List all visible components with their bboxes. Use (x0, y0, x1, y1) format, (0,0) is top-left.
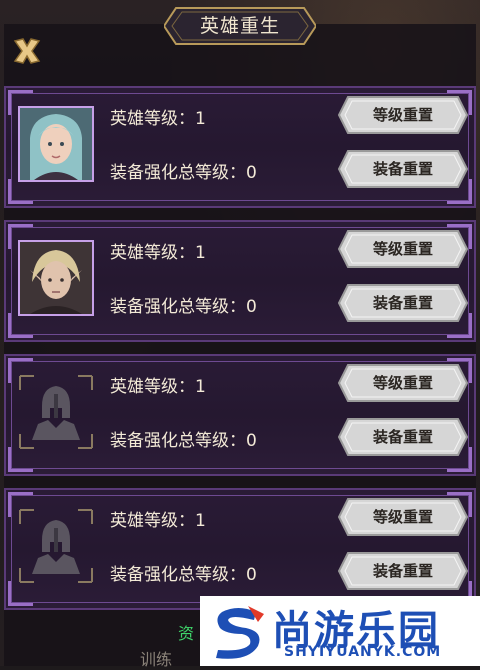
watermark-url: SHYIYUANYK.COM (284, 644, 442, 660)
equip-level-label-4: 装备强化总等级：0 (110, 565, 257, 585)
hero-portrait-1[interactable] (18, 106, 94, 182)
level-reset-button-4[interactable]: 等级重置 (338, 498, 468, 536)
empty-hero-slot-4[interactable] (18, 508, 94, 584)
level-reset-button-2[interactable]: 等级重置 (338, 230, 468, 268)
equip-level-label-2: 装备强化总等级：0 (110, 297, 257, 317)
hero-card-1: 英雄等级：1 装备强化总等级：0 等级重置 装备重置 (4, 86, 476, 208)
equip-level-label-3: 装备强化总等级：0 (110, 431, 257, 451)
hero-portrait-2[interactable] (18, 240, 94, 316)
level-reset-button-1[interactable]: 等级重置 (338, 96, 468, 134)
hero-level-label-2: 英雄等级：1 (110, 243, 206, 263)
hero-level-label-3: 英雄等级：1 (110, 377, 206, 397)
background-train-text: 训练 (140, 650, 173, 669)
equip-reset-button-1[interactable]: 装备重置 (338, 150, 468, 188)
close-button[interactable] (10, 34, 44, 68)
dialog-title: 英雄重生 (199, 15, 280, 37)
equip-level-label-1: 装备强化总等级：0 (110, 163, 257, 183)
equip-reset-button-2[interactable]: 装备重置 (338, 284, 468, 322)
empty-hero-slot-3[interactable] (18, 374, 94, 450)
site-watermark: 尚游乐园 SHYIYUANYK.COM (200, 596, 480, 666)
close-icon (13, 38, 41, 64)
hero-level-label-1: 英雄等级：1 (110, 109, 206, 129)
watermark-logo-icon (216, 606, 264, 659)
hero-card-2: 英雄等级：1 装备强化总等级：0 等级重置 装备重置 (4, 220, 476, 342)
helmet-icon (32, 520, 80, 574)
hero-level-label-4: 英雄等级：1 (110, 511, 206, 531)
hero-card-3: 英雄等级：1 装备强化总等级：0 等级重置 装备重置 (4, 354, 476, 476)
dialog-title-plate: 英雄重生 (164, 6, 316, 46)
level-reset-button-3[interactable]: 等级重置 (338, 364, 468, 402)
equip-reset-button-4[interactable]: 装备重置 (338, 552, 468, 590)
equip-reset-button-3[interactable]: 装备重置 (338, 418, 468, 456)
helmet-icon (32, 386, 80, 440)
hero-card-4: 英雄等级：1 装备强化总等级：0 等级重置 装备重置 (4, 488, 476, 610)
background-resource-text: 资 (178, 624, 195, 643)
